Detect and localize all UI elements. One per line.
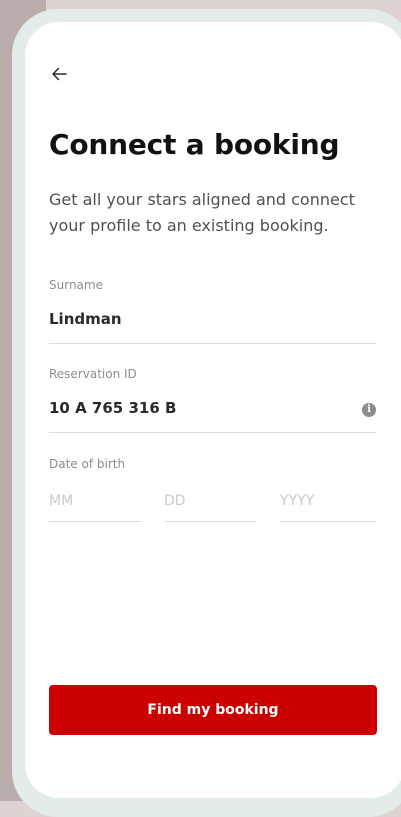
date-of-birth-field: Date of birth MM DD YYYY	[49, 456, 376, 526]
reservation-id-underline	[49, 432, 376, 433]
page-title: Connect a booking	[49, 128, 340, 161]
arrow-left-icon	[51, 66, 67, 85]
reservation-id-input[interactable]: 10 A 765 316 B	[49, 399, 176, 417]
dob-day-placeholder: DD	[164, 493, 186, 509]
surname-underline	[49, 343, 376, 344]
info-icon[interactable]: i	[362, 403, 376, 417]
reservation-id-field[interactable]: Reservation ID 10 A 765 316 B i	[49, 366, 376, 436]
dob-year-input[interactable]: YYYY	[280, 485, 376, 522]
surname-input[interactable]: Lindman	[49, 310, 122, 328]
surname-label: Surname	[49, 278, 103, 292]
back-button[interactable]	[46, 62, 72, 88]
dob-month-input[interactable]: MM	[49, 485, 141, 522]
dob-month-placeholder: MM	[49, 493, 74, 509]
app-screen: Connect a booking Get all your stars ali…	[25, 22, 401, 798]
page-description: Get all your stars aligned and connect y…	[49, 190, 355, 235]
dob-day-input[interactable]: DD	[164, 485, 256, 522]
find-booking-button[interactable]: Find my booking	[49, 685, 377, 735]
surname-field[interactable]: Surname Lindman	[49, 277, 376, 347]
date-of-birth-label: Date of birth	[49, 457, 126, 471]
reservation-id-label: Reservation ID	[49, 367, 137, 381]
dob-year-placeholder: YYYY	[280, 493, 315, 509]
